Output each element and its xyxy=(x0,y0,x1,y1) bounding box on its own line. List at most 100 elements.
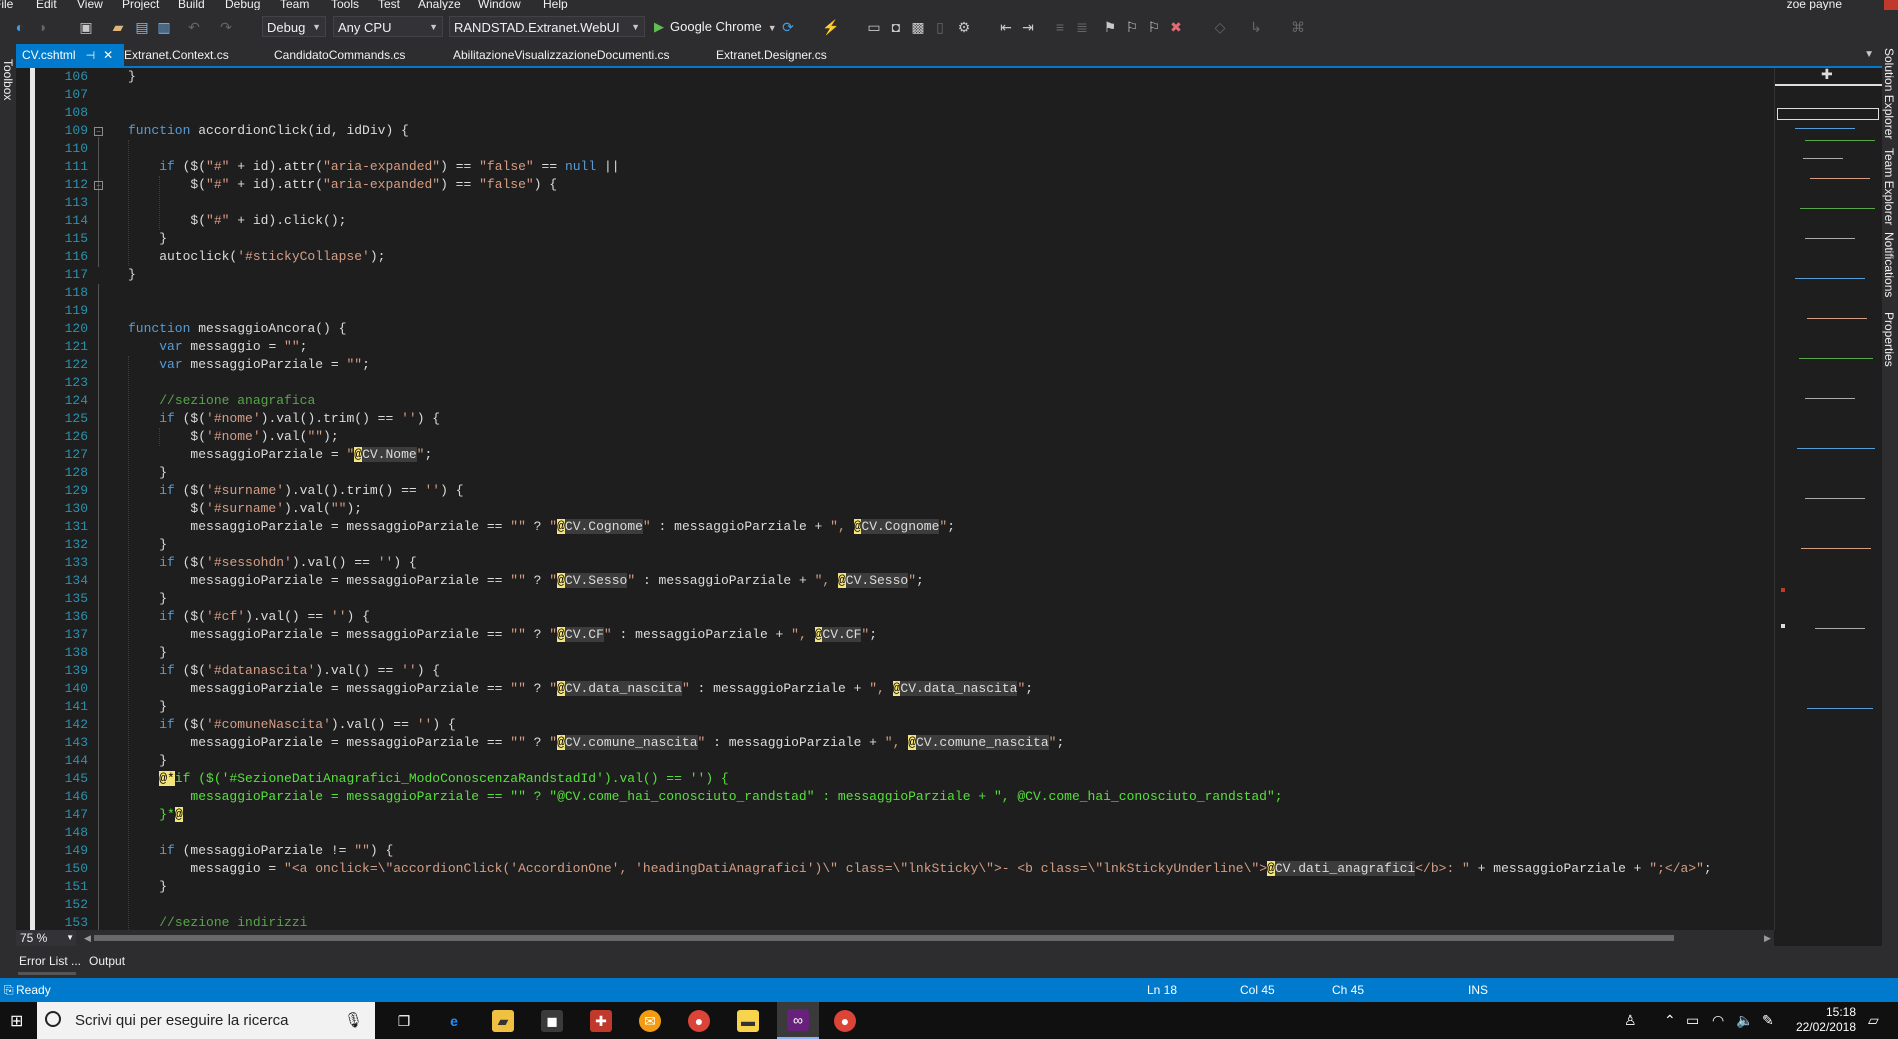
scroll-left-icon[interactable]: ◀ xyxy=(84,930,91,946)
close-icon[interactable]: ✕ xyxy=(103,48,113,62)
action-center-icon[interactable]: ▱ xyxy=(1868,1012,1879,1029)
code-line[interactable]: } xyxy=(128,590,167,608)
menu-build[interactable]: Build xyxy=(178,0,205,10)
menu-edit[interactable]: Edit xyxy=(36,0,57,10)
sticky-notes-icon[interactable]: ▬ xyxy=(737,1010,759,1032)
code-line[interactable]: messaggioParziale = messaggioParziale ==… xyxy=(128,626,877,644)
camera-icon[interactable]: ◘ xyxy=(888,19,904,35)
pin-icon[interactable]: ⊣ xyxy=(86,50,96,62)
microphone-icon[interactable]: 🎙 xyxy=(344,1011,363,1029)
code-line[interactable]: } xyxy=(128,68,136,86)
bookmark-icon[interactable]: ⚑ xyxy=(1102,19,1118,35)
configuration-select[interactable]: Debug ▼ xyxy=(262,16,326,37)
startup-project-select[interactable]: RANDSTAD.Extranet.WebUI ▼ xyxy=(449,16,645,37)
uncomment-icon[interactable]: ≣ xyxy=(1074,19,1090,35)
taskbar-search-box[interactable]: Scrivi qui per eseguire la ricerca 🎙 xyxy=(37,1002,375,1039)
code-line[interactable]: if ($('#comuneNascita').val() == '') { xyxy=(128,716,456,734)
code-line[interactable]: messaggioParziale = messaggioParziale ==… xyxy=(128,734,1064,752)
code-line[interactable]: function messaggioAncora() { xyxy=(128,320,346,338)
properties-tab[interactable]: Properties xyxy=(1882,312,1896,367)
tray-chevron-icon[interactable]: ⌃ xyxy=(1664,1012,1676,1029)
save-icon[interactable]: ▤ xyxy=(134,19,150,35)
code-line[interactable]: } xyxy=(128,878,167,896)
tab-candidato-commands[interactable]: CandidatoCommands.cs xyxy=(274,44,405,66)
account-name[interactable]: zoe payne xyxy=(1787,0,1842,10)
browser-link-icon[interactable]: ⚡ xyxy=(822,19,839,35)
scrollbar-minimap[interactable]: ✚ xyxy=(1774,68,1882,930)
code-line[interactable]: @*if ($('#SezioneDatiAnagrafici_ModoCono… xyxy=(128,770,729,788)
tab-abilitazione[interactable]: AbilitazioneVisualizzazioneDocumenti.cs xyxy=(453,44,670,66)
code-line[interactable]: if ($('#nome').val().trim() == '') { xyxy=(128,410,440,428)
pane-icon[interactable]: ▯ xyxy=(932,19,948,35)
menu-file[interactable]: File xyxy=(0,0,13,10)
menu-window[interactable]: Window xyxy=(478,0,521,10)
find-file-icon[interactable]: ▭ xyxy=(866,19,882,35)
menu-test[interactable]: Test xyxy=(378,0,400,10)
notifications-tab[interactable]: Notifications xyxy=(1882,232,1896,297)
code-line[interactable]: } xyxy=(128,698,167,716)
format-icon[interactable]: ⌘ xyxy=(1290,19,1306,35)
collapse-icon[interactable]: − xyxy=(94,181,103,190)
menu-tools[interactable]: Tools xyxy=(331,0,359,10)
outdent-icon[interactable]: ⇥ xyxy=(1020,19,1036,35)
people-icon[interactable]: ♙ xyxy=(1624,1012,1637,1029)
account-avatar[interactable] xyxy=(1884,0,1898,10)
code-line[interactable]: messaggioParziale = messaggioParziale ==… xyxy=(128,788,1282,806)
code-line[interactable]: messaggioParziale = messaggioParziale ==… xyxy=(128,572,924,590)
solution-explorer-tab[interactable]: Solution Explorer xyxy=(1882,48,1896,139)
error-list-tab[interactable]: Error List ... xyxy=(19,954,81,968)
code-line[interactable]: } xyxy=(128,266,136,284)
prev-bookmark-icon[interactable]: ⚐ xyxy=(1124,19,1140,35)
volume-icon[interactable]: 🔈 xyxy=(1736,1012,1753,1029)
step-icon[interactable]: ↳ xyxy=(1248,19,1264,35)
code-line[interactable]: messaggioParziale = messaggioParziale ==… xyxy=(128,518,955,536)
menu-team[interactable]: Team xyxy=(280,0,309,10)
outlook-icon[interactable]: ✉ xyxy=(639,1010,661,1032)
code-line[interactable]: //sezione anagrafica xyxy=(128,392,315,410)
indent-icon[interactable]: ⇤ xyxy=(998,19,1014,35)
code-editor[interactable]: 106 107 108 109 110 111 112 113 114 115 … xyxy=(16,68,1774,930)
toolbox-tab[interactable]: Toolbox xyxy=(1,59,15,123)
battery-icon[interactable]: ▭ xyxy=(1686,1012,1699,1029)
code-line[interactable]: } xyxy=(128,536,167,554)
collapse-icon[interactable]: − xyxy=(94,127,103,136)
team-explorer-tab[interactable]: Team Explorer xyxy=(1882,148,1896,225)
edge-icon[interactable]: e xyxy=(443,1010,465,1032)
code-line[interactable]: //sezione indirizzi xyxy=(128,914,307,930)
file-explorer-icon[interactable]: ▰ xyxy=(492,1010,514,1032)
back-icon[interactable]: ◐ xyxy=(12,19,28,35)
code-line[interactable]: } xyxy=(128,752,167,770)
menu-debug[interactable]: Debug xyxy=(225,0,260,10)
next-bookmark-icon[interactable]: ⚐ xyxy=(1146,19,1162,35)
comment-icon[interactable]: ≡ xyxy=(1052,19,1068,35)
pen-icon[interactable]: ✎ xyxy=(1762,1012,1774,1029)
code-line[interactable]: messaggioParziale = "@CV.Nome"; xyxy=(128,446,432,464)
tab-cv-cshtml[interactable]: CV.cshtml ⊣ ✕ xyxy=(16,44,124,66)
code-line[interactable]: if ($('#surname').val().trim() == '') { xyxy=(128,482,463,500)
tab-extranet-context[interactable]: Extranet.Context.cs xyxy=(124,44,229,66)
code-line[interactable]: $("#" + id).click(); xyxy=(128,212,346,230)
code-line[interactable]: if ($('#datanascita').val() == '') { xyxy=(128,662,440,680)
code-line[interactable]: if ($('#cf').val() == '') { xyxy=(128,608,370,626)
visual-studio-taskbar-button[interactable]: ∞ xyxy=(777,1002,819,1039)
gift-app-icon[interactable]: ✚ xyxy=(590,1010,612,1032)
tab-overflow-icon[interactable]: ▼ xyxy=(1864,44,1874,66)
tab-extranet-designer[interactable]: Extranet.Designer.cs xyxy=(716,44,827,66)
menu-view[interactable]: View xyxy=(77,0,103,10)
code-line[interactable]: var messaggio = ""; xyxy=(128,338,307,356)
open-folder-icon[interactable]: ▰ xyxy=(110,19,126,35)
code-line[interactable]: if ($("#" + id).attr("aria-expanded") ==… xyxy=(128,158,619,176)
clear-bookmarks-icon[interactable]: ✖ xyxy=(1168,19,1184,35)
code-line[interactable]: } xyxy=(128,644,167,662)
horizontal-scrollbar-thumb[interactable] xyxy=(94,935,1674,941)
menu-analyze[interactable]: Analyze xyxy=(418,0,461,10)
image-icon[interactable]: ▩ xyxy=(910,19,926,35)
code-line[interactable]: messaggioParziale = messaggioParziale ==… xyxy=(128,680,1033,698)
menu-help[interactable]: Help xyxy=(543,0,568,10)
menu-project[interactable]: Project xyxy=(122,0,159,10)
forward-icon[interactable]: ◑ xyxy=(34,19,50,35)
windows-start-icon[interactable]: ⊞ xyxy=(10,1011,23,1031)
refresh-icon[interactable]: ⟳ xyxy=(780,19,796,35)
code-line[interactable]: if ($('#sessohdn').val() == '') { xyxy=(128,554,417,572)
code-line[interactable]: } xyxy=(128,464,167,482)
